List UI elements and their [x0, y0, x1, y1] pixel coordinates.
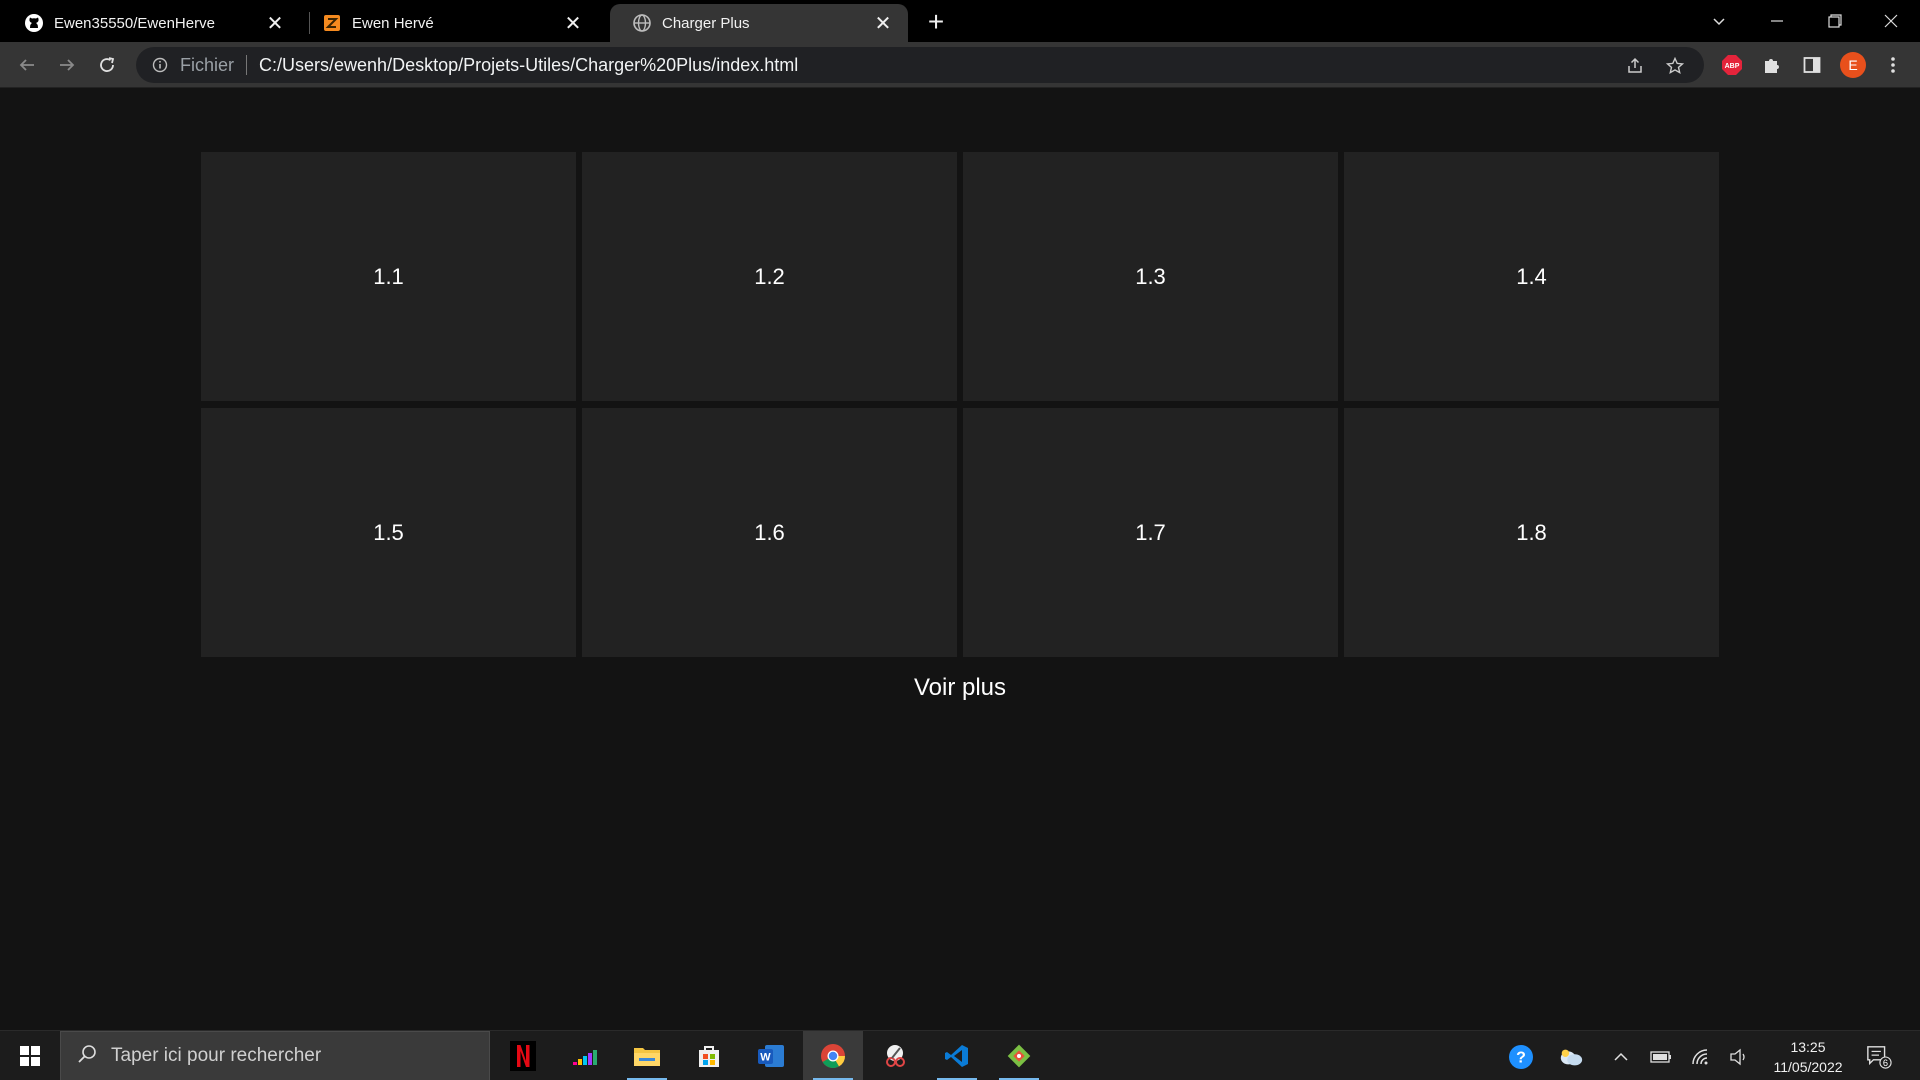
globe-icon: [632, 13, 652, 33]
menu-kebab-icon[interactable]: [1882, 54, 1904, 76]
site-logo-icon: [322, 13, 342, 33]
chrome-icon[interactable]: [803, 1031, 863, 1080]
svg-text:W: W: [760, 1052, 771, 1064]
help-icon[interactable]: ?: [1508, 1044, 1534, 1070]
load-more-container: Voir plus: [0, 674, 1920, 702]
url-scheme-label: Fichier: [180, 54, 235, 75]
windows-start-icon[interactable]: [0, 1031, 60, 1080]
side-panel-icon[interactable]: [1801, 54, 1823, 76]
clock-date: 11/05/2022: [1773, 1059, 1843, 1075]
wifi-icon[interactable]: [1688, 1044, 1714, 1070]
adblock-icon[interactable]: ABP: [1721, 54, 1743, 76]
browser-toolbar: Fichier C:/Users/ewenh/Desktop/Projets-U…: [0, 42, 1920, 88]
tab-search-chevron-icon[interactable]: [1690, 0, 1748, 42]
bookmark-star-icon[interactable]: [1664, 55, 1686, 77]
tab-close-icon[interactable]: ✕: [562, 12, 584, 35]
tab-github[interactable]: Ewen35550/EwenHerve ✕: [2, 4, 300, 42]
search-placeholder: Taper ici pour rechercher: [111, 1045, 322, 1066]
share-icon[interactable]: [1624, 55, 1646, 77]
snip-tool-icon[interactable]: [865, 1031, 925, 1080]
card-item: 1.2: [582, 152, 957, 401]
vscode-icon[interactable]: [927, 1031, 987, 1080]
new-tab-button[interactable]: +: [922, 6, 950, 37]
tab-title: Charger Plus: [662, 14, 750, 32]
github-icon: [24, 13, 44, 33]
svg-text:ABP: ABP: [1725, 63, 1740, 70]
card-item: 1.8: [1344, 408, 1719, 657]
minimize-icon[interactable]: [1748, 0, 1806, 42]
close-window-icon[interactable]: [1862, 0, 1920, 42]
card-item: 1.5: [201, 408, 576, 657]
address-bar[interactable]: Fichier C:/Users/ewenh/Desktop/Projets-U…: [136, 47, 1704, 83]
reload-icon[interactable]: [92, 50, 122, 80]
clock-time: 13:25: [1790, 1039, 1826, 1055]
forward-arrow-icon[interactable]: [52, 50, 82, 80]
card-item: 1.7: [963, 408, 1338, 657]
deezer-icon[interactable]: [555, 1031, 615, 1080]
tab-close-icon[interactable]: ✕: [264, 12, 286, 35]
card-grid: 1.1 1.2 1.3 1.4 1.5 1.6 1.7 1.8: [201, 152, 1719, 657]
profile-avatar[interactable]: E: [1840, 52, 1866, 78]
tab-ewen-herve[interactable]: Ewen Hervé ✕: [300, 4, 598, 42]
load-more-button[interactable]: Voir plus: [914, 674, 1006, 701]
weather-cloud-icon[interactable]: [1558, 1044, 1584, 1070]
word-icon[interactable]: W: [741, 1031, 801, 1080]
store-icon[interactable]: [679, 1031, 739, 1080]
battery-icon[interactable]: [1648, 1044, 1674, 1070]
info-icon[interactable]: [150, 55, 170, 75]
taskbar-search-input[interactable]: Taper ici pour rechercher: [60, 1031, 490, 1080]
tab-title: Ewen35550/EwenHerve: [54, 14, 215, 32]
file-explorer-icon[interactable]: [617, 1031, 677, 1080]
notification-center-icon[interactable]: 6: [1866, 1044, 1892, 1070]
card-item: 1.1: [201, 152, 576, 401]
notification-count: 6: [1883, 1058, 1888, 1068]
tab-title: Ewen Hervé: [352, 14, 434, 32]
taskbar: Taper ici pour rechercher W ? 13:25 11/0…: [0, 1030, 1920, 1080]
git-icon[interactable]: [989, 1031, 1049, 1080]
svg-text:?: ?: [1516, 1050, 1526, 1067]
tab-charger-plus[interactable]: Charger Plus ✕: [610, 4, 908, 42]
card-item: 1.6: [582, 408, 957, 657]
url-text[interactable]: C:/Users/ewenh/Desktop/Projets-Utiles/Ch…: [259, 55, 1704, 76]
card-item: 1.4: [1344, 152, 1719, 401]
tray-chevron-up-icon[interactable]: [1608, 1044, 1634, 1070]
back-arrow-icon[interactable]: [12, 50, 42, 80]
search-icon: [77, 1044, 97, 1069]
card-item: 1.3: [963, 152, 1338, 401]
restore-icon[interactable]: [1806, 0, 1864, 42]
volume-icon[interactable]: [1726, 1044, 1752, 1070]
netflix-icon[interactable]: [493, 1031, 553, 1080]
extensions-puzzle-icon[interactable]: [1761, 54, 1783, 76]
tab-strip: Ewen35550/EwenHerve ✕ Ewen Hervé ✕ Charg…: [0, 0, 1920, 42]
address-divider: [246, 55, 248, 75]
tab-close-icon[interactable]: ✕: [872, 12, 894, 35]
system-clock[interactable]: 13:25 11/05/2022: [1760, 1037, 1856, 1077]
